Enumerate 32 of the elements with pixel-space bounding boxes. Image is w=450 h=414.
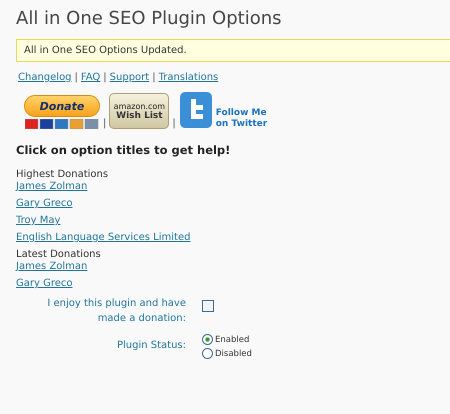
donor-link[interactable]: Troy May: [16, 215, 60, 226]
list-heading: Latest Donations: [16, 249, 102, 260]
radio-label: Disabled: [215, 348, 252, 358]
donor-link[interactable]: Gary Greco: [16, 198, 72, 209]
donor-link[interactable]: James Zolman: [16, 261, 88, 272]
radio-button[interactable]: [202, 334, 213, 345]
update-notice: All in One SEO Options Updated.: [16, 39, 450, 62]
separator: |: [103, 72, 107, 83]
payment-cards-icon: [25, 119, 99, 129]
help-link[interactable]: Changelog: [18, 72, 72, 83]
donate-button[interactable]: Donate: [24, 95, 100, 117]
help-link[interactable]: Translations: [158, 72, 218, 83]
separator: |: [172, 118, 176, 129]
donor-link[interactable]: Gary Greco: [16, 278, 72, 289]
separator: |: [74, 72, 78, 83]
radio-button[interactable]: [202, 348, 213, 359]
help-link[interactable]: FAQ: [80, 72, 100, 83]
checkbox[interactable]: [202, 300, 214, 312]
list-heading: Highest Donations: [16, 169, 110, 180]
page-title: All in One SEO Plugin Options: [16, 8, 282, 29]
twitter-link[interactable]: Follow Me on Twitter: [216, 108, 274, 129]
separator: |: [103, 118, 106, 129]
radio-label: Enabled: [215, 334, 250, 344]
bird-icon[interactable]: [178, 91, 213, 129]
donor-link[interactable]: English Language Services Limited: [16, 232, 190, 243]
help-heading: Click on option titles to get help!: [16, 143, 232, 157]
option-label[interactable]: Plugin Status:: [16, 339, 186, 354]
wishlist-button[interactable]: amazon.com Wish List: [109, 93, 170, 129]
option-label[interactable]: I enjoy this plugin and have made a donation:: [16, 297, 186, 326]
donor-link[interactable]: James Zolman: [16, 181, 88, 192]
separator: |: [152, 72, 156, 83]
help-link[interactable]: Support: [110, 72, 150, 83]
